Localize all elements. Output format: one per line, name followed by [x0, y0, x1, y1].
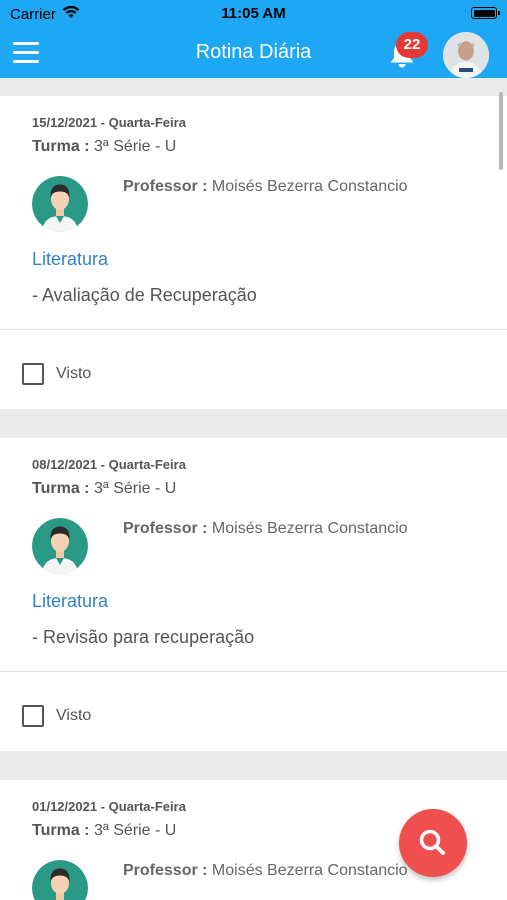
routine-date: 15/12/2021 - Quarta-Feira	[32, 115, 186, 130]
scroll-indicator[interactable]	[499, 92, 503, 170]
checkbox-icon[interactable]	[22, 363, 44, 385]
routine-description: - Revisão para recuperação	[32, 627, 255, 647]
user-avatar[interactable]	[443, 32, 489, 78]
professor-label: Professor :	[123, 862, 208, 879]
battery-icon	[471, 7, 500, 19]
subject-link[interactable]: Literatura	[32, 591, 108, 612]
visto-label: Visto	[56, 365, 92, 382]
routine-description: - Avaliação de Recuperação	[32, 285, 257, 305]
routine-card-body: 15/12/2021 - Quarta-Feira Turma : 3ª Sér…	[0, 96, 507, 330]
app-header: Rotina Diária 22	[0, 28, 507, 78]
turma-value: 3ª Série - U	[93, 480, 177, 497]
professor-name: Moisés Bezerra Constancio	[211, 862, 408, 879]
checkbox-icon[interactable]	[22, 705, 44, 727]
turma-value: 3ª Série - U	[93, 822, 177, 839]
turma-value: 3ª Série - U	[93, 138, 177, 155]
turma-row: Turma : 3ª Série - U	[32, 480, 176, 498]
search-icon	[419, 829, 445, 855]
turma-label: Turma :	[32, 822, 90, 839]
turma-label: Turma :	[32, 480, 90, 497]
routine-list[interactable]: 15/12/2021 - Quarta-Feira Turma : 3ª Sér…	[0, 78, 507, 900]
turma-row: Turma : 3ª Série - U	[32, 822, 176, 840]
professor-avatar-icon	[32, 860, 88, 900]
professor-row: Professor : Moisés Bezerra Constancio	[123, 862, 408, 880]
routine-card: 15/12/2021 - Quarta-Feira Turma : 3ª Sér…	[0, 96, 507, 409]
professor-label: Professor :	[123, 178, 208, 195]
status-time: 11:05 AM	[221, 5, 286, 22]
professor-avatar-icon	[32, 518, 88, 574]
visto-label: Visto	[56, 707, 92, 724]
professor-row: Professor : Moisés Bezerra Constancio	[123, 178, 408, 196]
professor-name: Moisés Bezerra Constancio	[211, 178, 408, 195]
turma-row: Turma : 3ª Série - U	[32, 138, 176, 156]
status-bar: Carrier 11:05 AM	[0, 0, 507, 28]
professor-label: Professor :	[123, 520, 208, 537]
search-fab-button[interactable]	[399, 809, 467, 877]
notification-badge[interactable]: 22	[396, 32, 428, 58]
professor-row: Professor : Moisés Bezerra Constancio	[123, 520, 408, 538]
routine-card: 08/12/2021 - Quarta-Feira Turma : 3ª Sér…	[0, 438, 507, 751]
routine-card-body: 08/12/2021 - Quarta-Feira Turma : 3ª Sér…	[0, 438, 507, 672]
turma-label: Turma :	[32, 138, 90, 155]
professor-name: Moisés Bezerra Constancio	[211, 520, 408, 537]
routine-date: 01/12/2021 - Quarta-Feira	[32, 799, 186, 814]
subject-link[interactable]: Literatura	[32, 249, 108, 270]
routine-date: 08/12/2021 - Quarta-Feira	[32, 457, 186, 472]
avatar-photo	[443, 32, 489, 78]
professor-avatar-icon	[32, 176, 88, 232]
page-title: Rotina Diária	[195, 41, 312, 63]
